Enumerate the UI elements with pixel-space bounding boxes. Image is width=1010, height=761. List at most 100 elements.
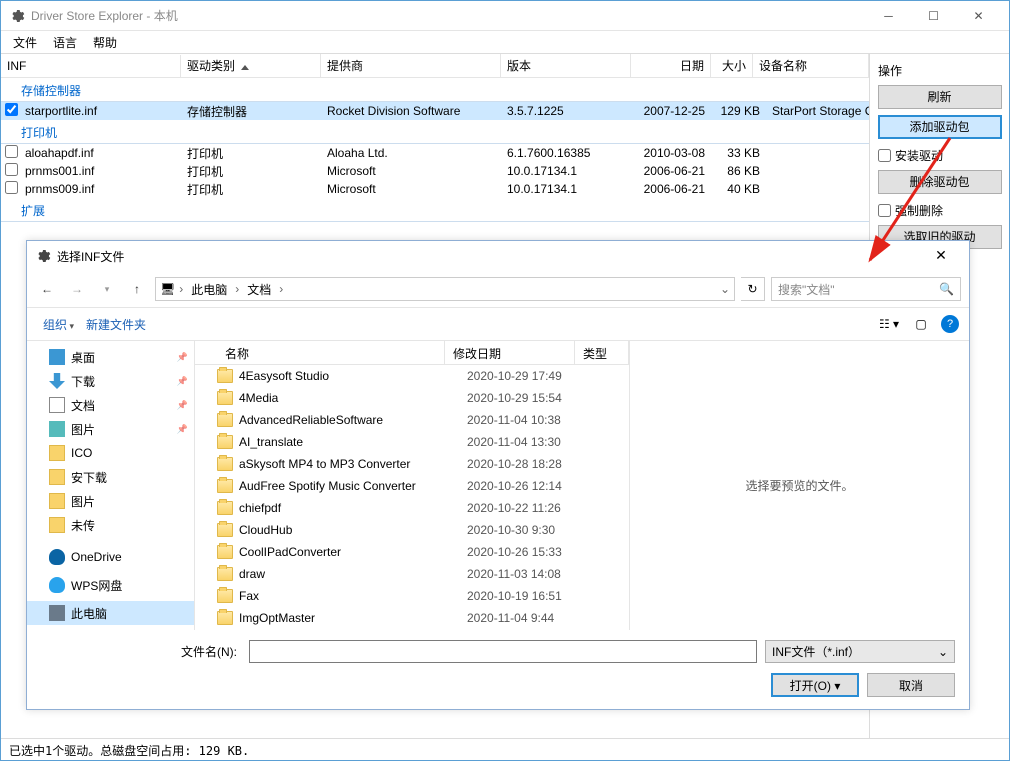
nav-refresh-icon[interactable]: ↻ — [741, 277, 765, 301]
minimize-button[interactable]: ─ — [866, 1, 911, 30]
driver-row[interactable]: starportlite.inf 存储控制器 Rocket Division S… — [1, 102, 869, 120]
file-row[interactable]: CloudHub2020-10-30 9:30 — [195, 519, 629, 541]
search-input[interactable]: 搜索"文档" 🔍 — [771, 277, 961, 301]
col-category[interactable]: 驱动类别 — [181, 54, 321, 78]
filecol-name[interactable]: 名称 — [195, 341, 445, 364]
folder-icon — [217, 611, 233, 625]
tree-onedrive[interactable]: OneDrive — [27, 545, 194, 569]
tree-axz[interactable]: 安下载 — [27, 465, 194, 489]
folder-icon — [49, 517, 65, 533]
group-storage[interactable]: 存储控制器 — [1, 78, 869, 102]
file-row[interactable]: CoolIPadConverter2020-10-26 15:33 — [195, 541, 629, 563]
download-icon — [49, 373, 65, 389]
filecol-type[interactable]: 类型 — [575, 341, 629, 364]
driver-list-header: INF 驱动类别 提供商 版本 日期 大小 设备名称 — [1, 54, 869, 78]
address-bar[interactable]: 🖥 › 此电脑 › 文档 › ⌄ — [155, 277, 735, 301]
menu-file[interactable]: 文件 — [5, 32, 45, 53]
file-row[interactable]: ImgOptMaster2020-11-04 9:44 — [195, 607, 629, 629]
col-version[interactable]: 版本 — [501, 54, 631, 78]
nav-up-icon[interactable]: ↑ — [125, 277, 149, 301]
view-mode-icon[interactable]: ☷ ▾ — [875, 312, 903, 336]
preview-pane-icon[interactable]: ▢ — [907, 312, 935, 336]
app-icon — [9, 8, 25, 24]
file-filter-dropdown[interactable]: INF文件（*.inf）⌄ — [765, 640, 955, 663]
add-driver-button[interactable]: 添加驱动包 — [878, 115, 1002, 139]
file-row[interactable]: 4Easysoft Studio2020-10-29 17:49 — [195, 365, 629, 387]
col-date[interactable]: 日期 — [631, 54, 711, 78]
menu-language[interactable]: 语言 — [45, 32, 85, 53]
dialog-close-button[interactable]: ✕ — [921, 242, 961, 270]
picture-icon — [49, 421, 65, 437]
path-dropdown-icon[interactable]: ⌄ — [720, 282, 730, 296]
file-name: chiefpdf — [239, 501, 467, 515]
file-date: 2020-11-04 13:30 — [467, 435, 597, 449]
cancel-button[interactable]: 取消 — [867, 673, 955, 697]
tree-desktop[interactable]: 桌面 — [27, 345, 194, 369]
dialog-toolbar: 组织 新建文件夹 ☷ ▾ ▢ ? — [27, 307, 969, 341]
tree-downloads[interactable]: 下载 — [27, 369, 194, 393]
new-folder-button[interactable]: 新建文件夹 — [80, 312, 152, 337]
remove-driver-button[interactable]: 删除驱动包 — [878, 170, 1002, 194]
tree-pic2[interactable]: 图片 — [27, 489, 194, 513]
nav-back-icon[interactable]: ← — [35, 277, 59, 301]
file-row[interactable]: 4Media2020-10-29 15:54 — [195, 387, 629, 409]
help-icon[interactable]: ? — [941, 315, 959, 333]
window-title: Driver Store Explorer - 本机 — [31, 7, 866, 24]
row-checkbox[interactable] — [5, 181, 18, 194]
install-checkbox[interactable] — [878, 149, 891, 162]
install-checkbox-row[interactable]: 安装驱动 — [876, 145, 1003, 170]
maximize-button[interactable]: ☐ — [911, 1, 956, 30]
tree-thispc[interactable]: 此电脑 — [27, 601, 194, 625]
menu-help[interactable]: 帮助 — [85, 32, 125, 53]
tree-wc[interactable]: 未传 — [27, 513, 194, 537]
file-row[interactable]: aSkysoft MP4 to MP3 Converter2020-10-28 … — [195, 453, 629, 475]
title-bar: Driver Store Explorer - 本机 ─ ☐ ✕ — [1, 1, 1009, 31]
driver-row[interactable]: aloahapdf.inf 打印机 Aloaha Ltd. 6.1.7600.1… — [1, 144, 869, 162]
row-checkbox[interactable] — [5, 145, 18, 158]
tree-documents[interactable]: 文档 — [27, 393, 194, 417]
breadcrumb-root[interactable]: 此电脑 — [187, 279, 231, 300]
file-row[interactable]: chiefpdf2020-10-22 11:26 — [195, 497, 629, 519]
group-printer[interactable]: 打印机 — [1, 120, 869, 144]
file-row[interactable]: AdvancedReliableSoftware2020-11-04 10:38 — [195, 409, 629, 431]
open-button[interactable]: 打开(O) ▾ — [771, 673, 859, 697]
tree-network[interactable]: 网络 — [27, 629, 194, 630]
file-name: AI_translate — [239, 435, 467, 449]
folder-tree[interactable]: 桌面 下载 文档 图片 ICO 安下载 图片 未传 OneDrive WPS网盘… — [27, 341, 195, 630]
col-device[interactable]: 设备名称 — [753, 54, 869, 78]
close-button[interactable]: ✕ — [956, 1, 1001, 30]
file-row[interactable]: AI_translate2020-11-04 13:30 — [195, 431, 629, 453]
breadcrumb-folder[interactable]: 文档 — [243, 279, 275, 300]
driver-row[interactable]: prnms001.inf 打印机 Microsoft 10.0.17134.1 … — [1, 162, 869, 180]
refresh-button[interactable]: 刷新 — [878, 85, 1002, 109]
file-row[interactable]: Fax2020-10-19 16:51 — [195, 585, 629, 607]
file-list-header: 名称 修改日期 类型 — [195, 341, 629, 365]
tree-ico[interactable]: ICO — [27, 441, 194, 465]
nav-forward-icon[interactable]: → — [65, 277, 89, 301]
filename-input[interactable] — [249, 640, 757, 663]
file-name: 4Media — [239, 391, 467, 405]
organize-button[interactable]: 组织 — [37, 312, 80, 337]
nav-recent-icon[interactable]: ▾ — [95, 277, 119, 301]
row-checkbox[interactable] — [5, 103, 18, 116]
driver-row[interactable]: prnms009.inf 打印机 Microsoft 10.0.17134.1 … — [1, 180, 869, 198]
dialog-nav-bar: ← → ▾ ↑ 🖥 › 此电脑 › 文档 › ⌄ ↻ 搜索"文档" 🔍 — [27, 271, 969, 307]
col-provider[interactable]: 提供商 — [321, 54, 501, 78]
group-extension[interactable]: 扩展 — [1, 198, 869, 222]
file-date: 2020-10-19 16:51 — [467, 589, 597, 603]
filecol-date[interactable]: 修改日期 — [445, 341, 575, 364]
file-date: 2020-10-26 12:14 — [467, 479, 597, 493]
col-inf[interactable]: INF — [1, 55, 181, 77]
row-checkbox[interactable] — [5, 163, 18, 176]
file-row[interactable]: AudFree Spotify Music Converter2020-10-2… — [195, 475, 629, 497]
file-list[interactable]: 4Easysoft Studio2020-10-29 17:494Media20… — [195, 365, 629, 630]
tree-wps[interactable]: WPS网盘 — [27, 573, 194, 597]
force-checkbox[interactable] — [878, 204, 891, 217]
force-checkbox-row[interactable]: 强制删除 — [876, 200, 1003, 225]
col-size[interactable]: 大小 — [711, 54, 753, 78]
folder-icon — [217, 545, 233, 559]
tree-pictures[interactable]: 图片 — [27, 417, 194, 441]
file-date: 2020-10-26 15:33 — [467, 545, 597, 559]
file-open-dialog: 选择INF文件 ✕ ← → ▾ ↑ 🖥 › 此电脑 › 文档 › ⌄ ↻ 搜索"… — [26, 240, 970, 710]
file-row[interactable]: draw2020-11-03 14:08 — [195, 563, 629, 585]
